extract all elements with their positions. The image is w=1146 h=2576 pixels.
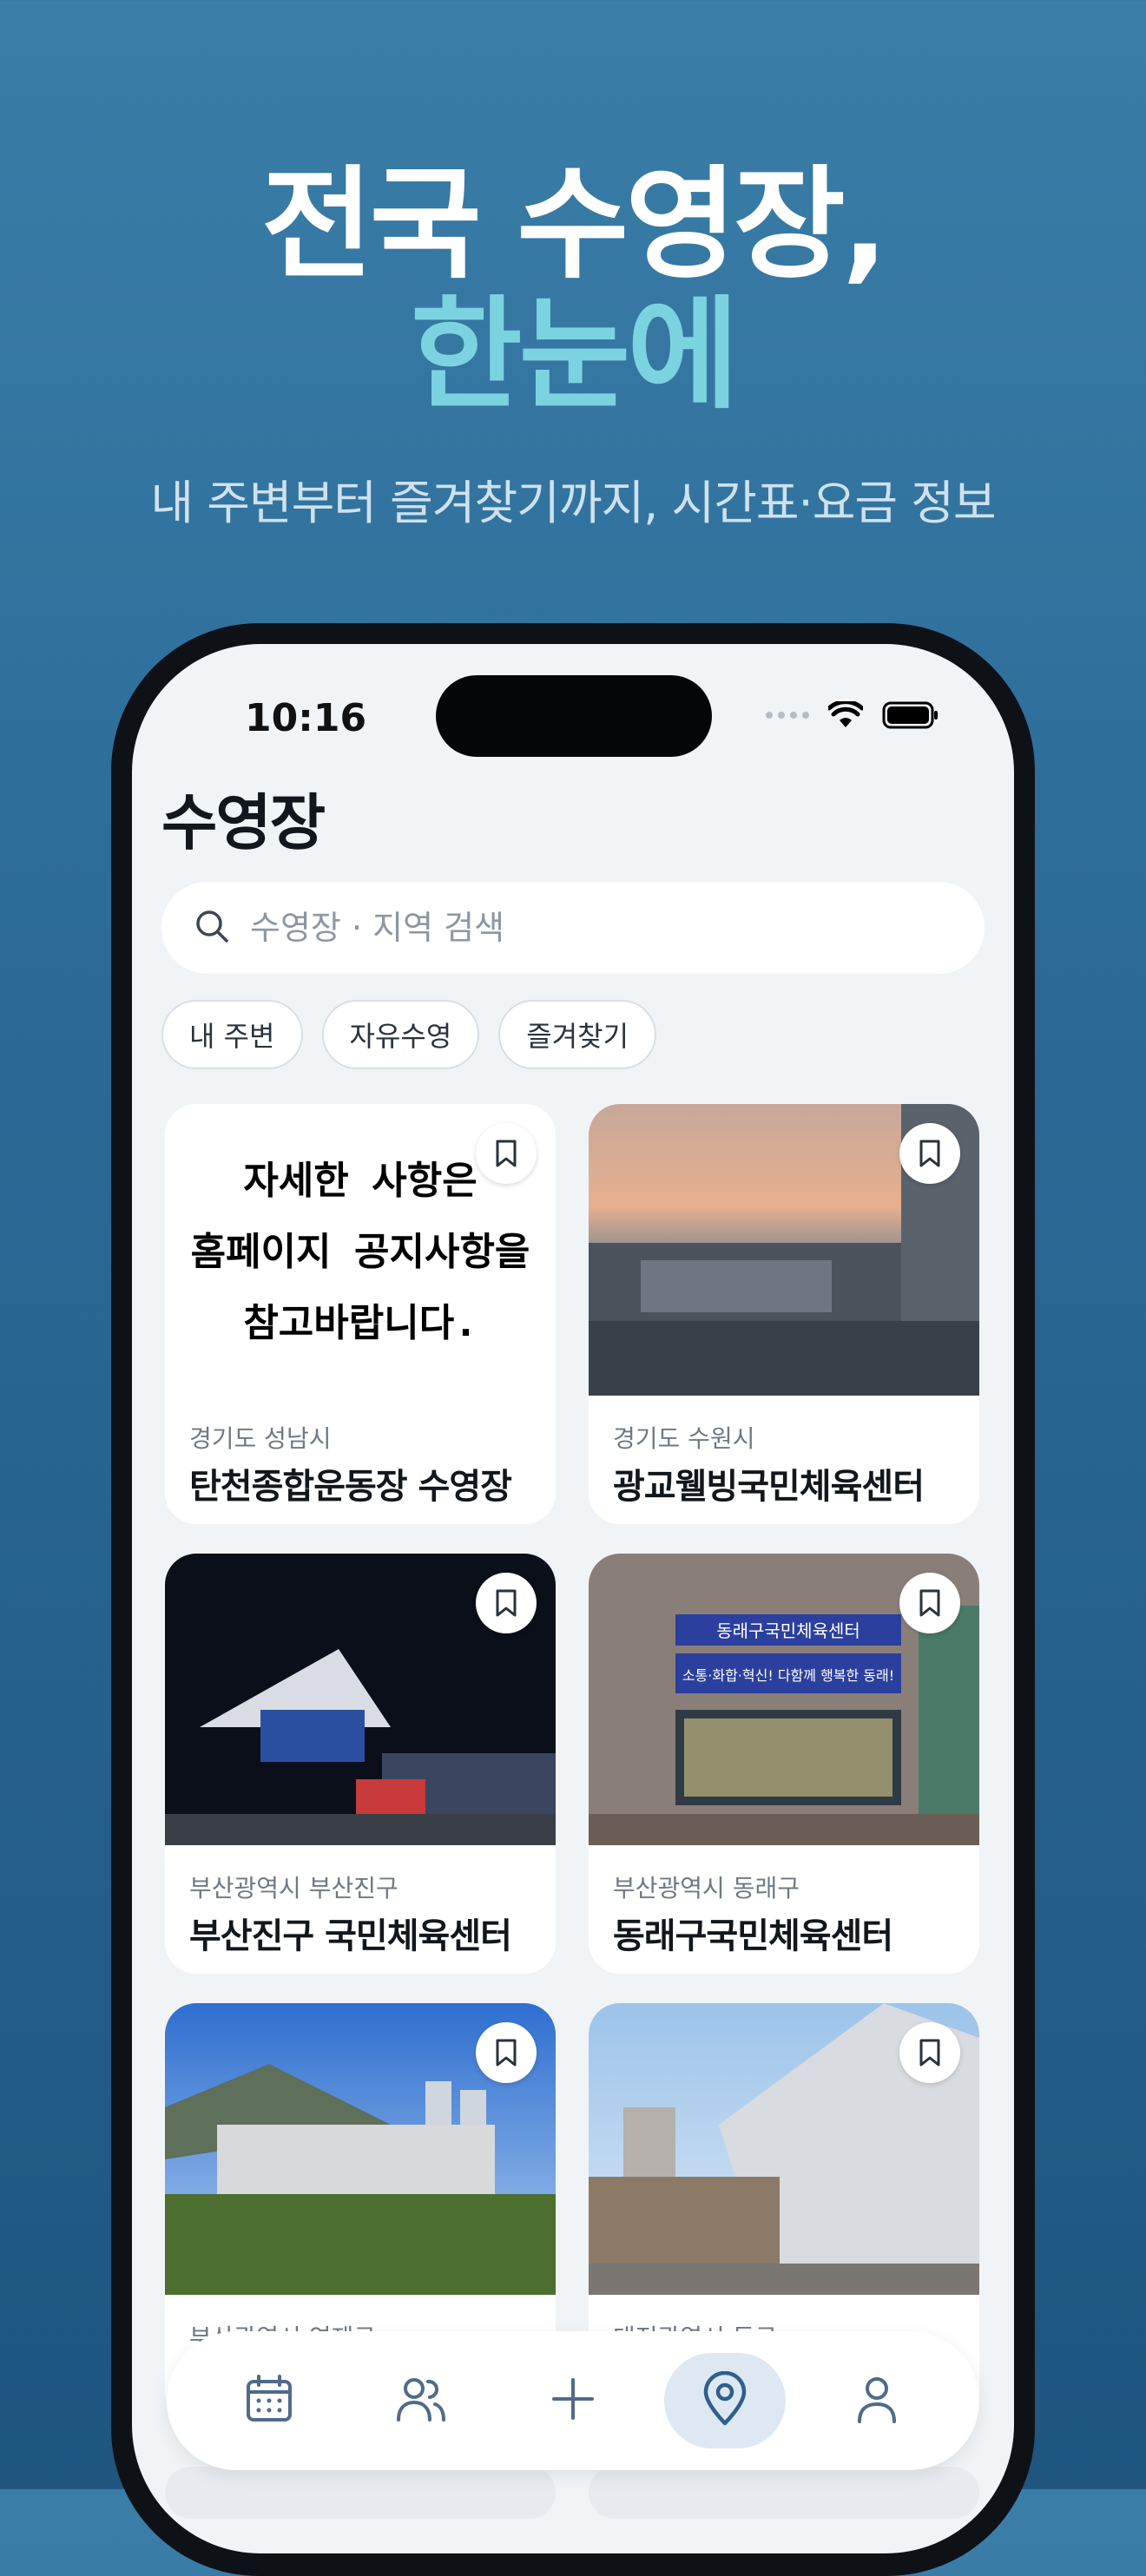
phone-screen: 10:16 수영장 내 주변 자유수영 즐겨찾기 자세한 사항은 홈페이지 공지… <box>132 644 1014 2553</box>
status-time: 10:16 <box>245 696 367 740</box>
plus-icon <box>549 2375 597 2427</box>
bookmark-icon[interactable] <box>899 1123 960 1184</box>
search-input[interactable] <box>248 908 946 948</box>
signal-icon <box>766 712 809 719</box>
people-icon <box>393 2373 449 2428</box>
pool-card[interactable]: 경기도 수원시 광교웰빙국민체육센터 <box>589 1104 979 1524</box>
chip-favorites[interactable]: 즐겨찾기 <box>498 1000 657 1069</box>
calendar-icon <box>243 2373 295 2428</box>
bookmark-icon[interactable] <box>476 2022 537 2083</box>
chip-nearby[interactable]: 내 주변 <box>161 1000 303 1069</box>
card-name: 탄천종합운동장 수영장 <box>189 1467 512 1507</box>
search-bar[interactable] <box>161 882 985 974</box>
search-icon <box>193 907 231 949</box>
notice-line: 참고바랍니다. <box>243 1301 478 1345</box>
notice-line: 홈페이지 공지사항을 <box>190 1230 530 1274</box>
pool-card[interactable]: 자세한 사항은 홈페이지 공지사항을 참고바랍니다. 경기도 성남시 탄천종합운… <box>165 1104 556 1524</box>
next-card-peek <box>165 2467 556 2519</box>
card-region: 부산광역시 동래구 <box>613 1874 800 1902</box>
person-icon <box>853 2373 901 2428</box>
page-title: 수영장 <box>161 787 326 858</box>
card-name: 부산진구 국민체육센터 <box>189 1916 512 1956</box>
tab-map[interactable] <box>664 2353 787 2448</box>
hero-subtitle: 내 주변부터 즐겨찾기까지, 시간표·요금 정보 <box>150 476 996 530</box>
status-icons <box>766 701 939 729</box>
wifi-icon <box>828 701 863 729</box>
dynamic-island <box>436 675 712 757</box>
chip-free-swim[interactable]: 자유수영 <box>321 1000 480 1069</box>
card-region: 경기도 성남시 <box>189 1424 332 1453</box>
card-name: 광교웰빙국민체육센터 <box>613 1467 925 1507</box>
bookmark-icon[interactable] <box>476 1573 537 1633</box>
tab-calendar[interactable] <box>208 2353 330 2448</box>
card-region: 경기도 수원시 <box>613 1424 755 1453</box>
bookmark-icon[interactable] <box>899 1573 960 1633</box>
bookmark-icon[interactable] <box>476 1123 537 1184</box>
banner-text: 소통·화합·혁신! 다함께 행복한 동래! <box>682 1667 894 1684</box>
tab-profile[interactable] <box>816 2353 938 2448</box>
bookmark-icon[interactable] <box>899 2022 960 2083</box>
card-region: 부산광역시 부산진구 <box>189 1874 398 1902</box>
card-name: 동래구국민체육센터 <box>613 1916 893 1956</box>
hero-title-line1: 전국 수영장, <box>261 154 888 296</box>
filter-chips: 내 주변 자유수영 즐겨찾기 <box>161 1000 657 1069</box>
pool-card[interactable]: 부산광역시 부산진구 부산진구 국민체육센터 <box>165 1554 556 1974</box>
banner-text: 동래구국민체육센터 <box>716 1620 860 1641</box>
tab-add[interactable] <box>512 2353 634 2448</box>
tab-bar <box>167 2331 979 2470</box>
map-pin-icon <box>701 2370 749 2430</box>
hero-title-line2: 한눈에 <box>410 285 739 426</box>
next-card-peek <box>589 2467 979 2519</box>
battery-icon <box>882 701 939 729</box>
pool-card[interactable]: 동래구국민체육센터 소통·화합·혁신! 다함께 행복한 동래! 부산광역시 동래… <box>589 1554 979 1974</box>
tab-community[interactable] <box>360 2353 482 2448</box>
